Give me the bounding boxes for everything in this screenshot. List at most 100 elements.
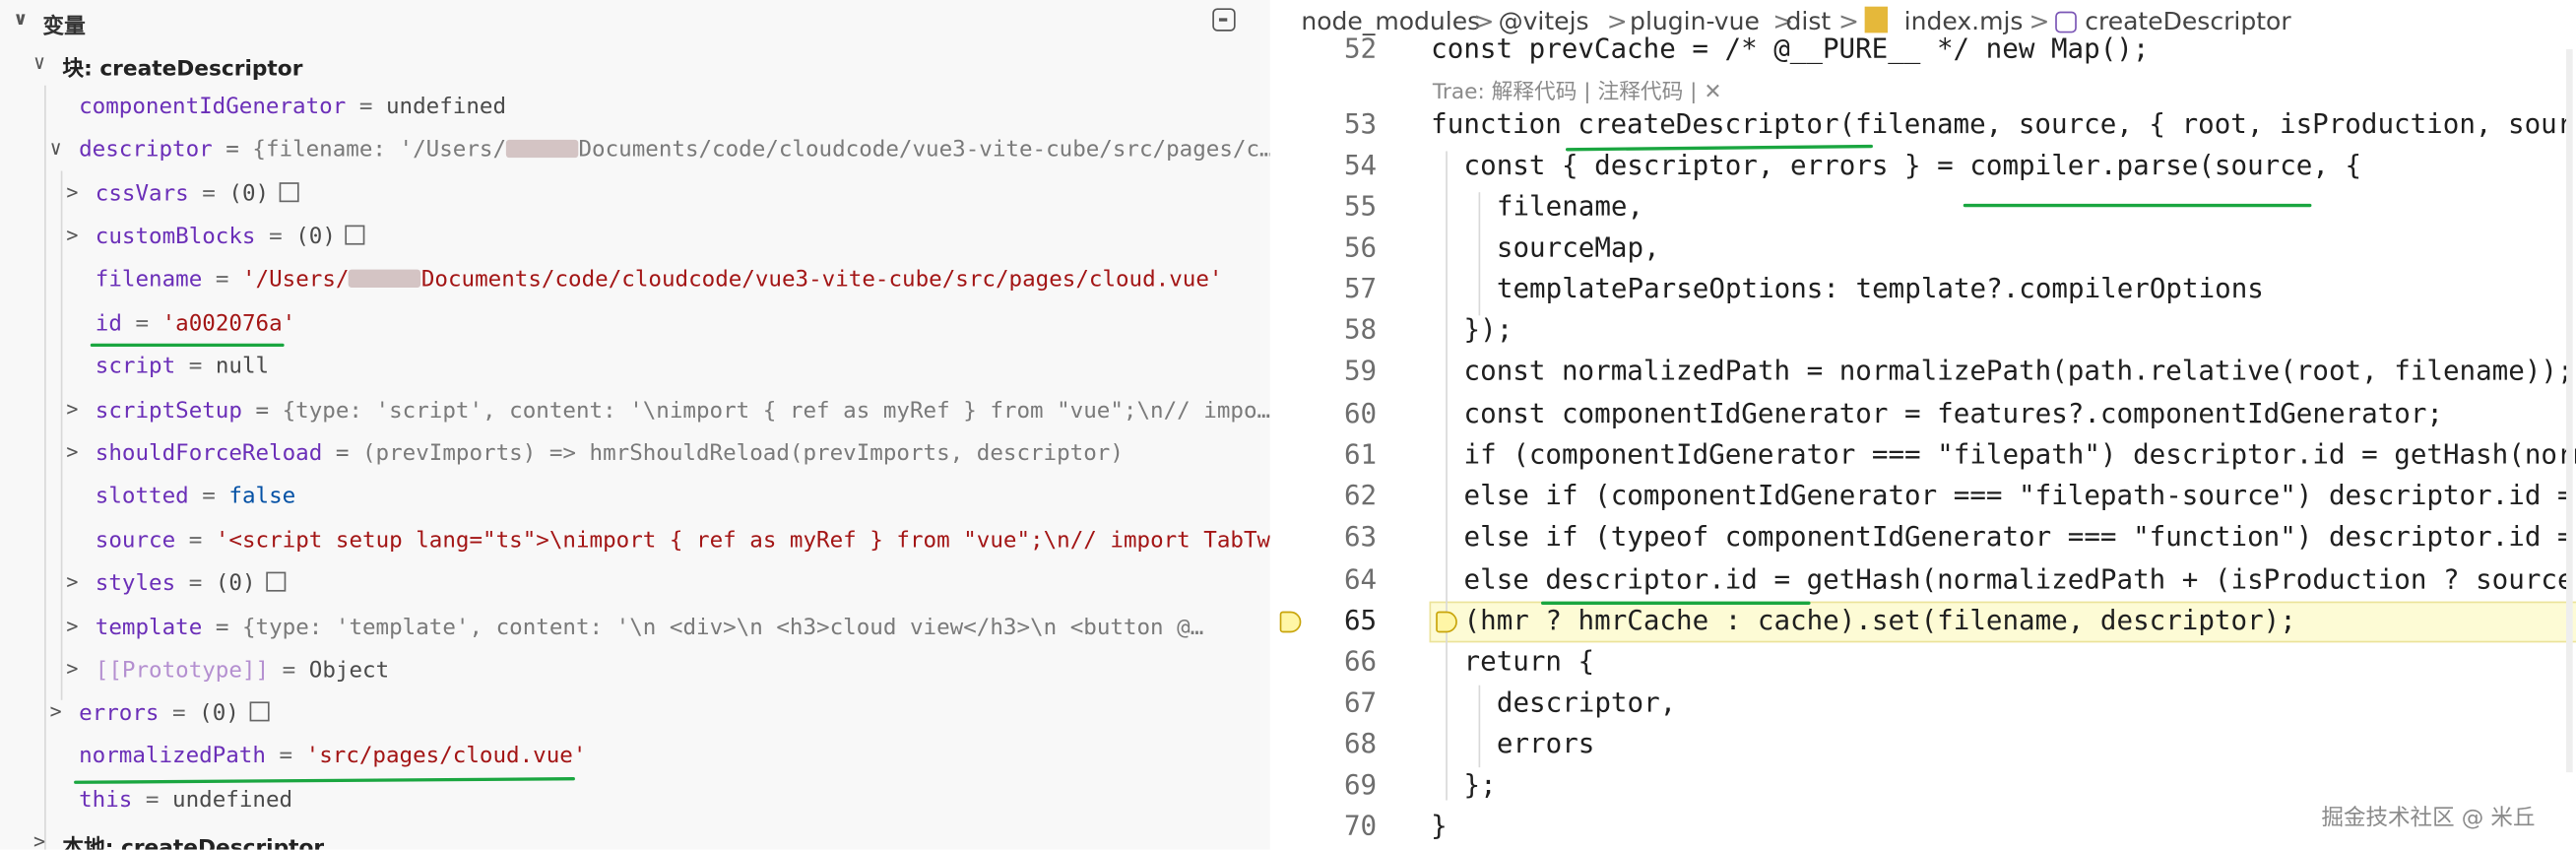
scope-block-label: 块: createDescriptor [62,57,303,83]
variable-row-id[interactable]: id = 'a002076a' [0,304,1270,347]
code-text: } [1431,810,1448,842]
code-text: const normalizedPath = normalizePath(pat… [1463,355,2574,387]
variable-row-normalized-path[interactable]: normalizedPath = 'src/pages/cloud.vue' [0,736,1270,778]
debugger-window: ∨ 变量 ∨ 块: createDescriptor componentIdGe… [0,0,2576,850]
variable-value: undefined [385,94,507,120]
variable-row[interactable]: > cssVars = (0) [0,174,1270,217]
chevron-down-icon[interactable]: ∨ [30,51,49,74]
chevron-right-icon[interactable]: > [62,224,82,246]
code-line[interactable]: 56 sourceMap, [1273,229,2576,270]
code-line[interactable]: 66 return { [1273,642,2576,684]
variable-name: filename [95,266,203,293]
code-text: else descriptor.id = getHash(normalizedP… [1463,563,2574,595]
scope-local[interactable]: > 本地: createDescriptor [0,823,1270,850]
variable-row[interactable]: > template = {type: 'template', content:… [0,608,1270,650]
code-text: else if (typeof componentIdGenerator ===… [1463,520,2574,553]
chevron-right-icon[interactable]: > [62,570,82,593]
scope-block[interactable]: ∨ 块: createDescriptor [0,44,1270,87]
collapse-all-icon[interactable] [1212,8,1236,32]
line-number: 59 [1343,355,1378,387]
variable-name: shouldForceReload [95,440,323,467]
chevron-right-icon[interactable]: > [62,440,82,463]
variable-row[interactable]: script = null [0,347,1270,389]
code-line[interactable]: 57 templateParseOptions: template?.compi… [1273,270,2576,311]
code-line[interactable]: 53 function createDescriptor(filename, s… [1273,105,2576,147]
array-icon [279,182,299,203]
variable-row[interactable]: > errors = (0) [0,693,1270,736]
code-line[interactable]: 54 const { descriptor, errors } = compil… [1273,146,2576,187]
variables-title: 变量 [42,15,86,40]
code-line[interactable]: 62 else if (componentIdGenerator === "fi… [1273,477,2576,518]
code-line[interactable]: 58 }); [1273,310,2576,352]
code-text: descriptor, [1496,687,1677,719]
redacted-username [349,269,421,288]
code-text: }; [1463,768,1497,801]
inline-breakpoint-arrow-icon[interactable] [1436,611,1457,633]
chevron-right-icon[interactable]: > [30,830,49,850]
variable-row[interactable]: ∨ descriptor = {filename: '/Users/Docume… [0,130,1270,172]
annotation-underline [1540,601,1811,605]
vertical-scrollbar[interactable] [2566,49,2573,773]
code-text: const componentIdGenerator = features?.c… [1463,397,2443,429]
line-number: 67 [1343,687,1378,719]
code-text: sourceMap, [1496,231,1660,263]
chevron-right-icon[interactable]: > [62,181,82,204]
variable-name: script [95,353,176,380]
chevron-right-icon[interactable]: > [62,657,82,680]
code-text: (hmr ? hmrCache : cache).set(filename, d… [1463,604,2296,636]
code-line[interactable]: 67 descriptor, [1273,684,2576,725]
line-number: 55 [1343,190,1378,223]
code-text: }); [1463,313,1513,346]
variable-name: this [79,787,133,814]
variable-name: descriptor [79,136,213,163]
current-execution-arrow-icon[interactable] [1279,611,1302,633]
line-number: 60 [1343,397,1378,429]
code-text: templateParseOptions: template?.compiler… [1496,272,2264,304]
variables-header[interactable]: ∨ 变量 [0,0,1270,42]
code-text: filename, [1496,190,1644,223]
chevron-right-icon[interactable]: > [62,615,82,637]
code-text: if (componentIdGenerator === "filepath")… [1463,438,2576,471]
chevron-right-icon[interactable]: > [46,700,66,723]
code-text: const prevCache = /* @__PURE__ */ new Ma… [1431,33,2150,65]
variable-row[interactable]: > styles = (0) [0,563,1270,606]
chevron-right-icon[interactable]: > [62,398,82,421]
code-line[interactable]: 55 filename, [1273,187,2576,229]
variable-row[interactable]: > [[Prototype]] = Object [0,651,1270,693]
variable-name: id [95,310,122,338]
code-line[interactable]: 52 const prevCache = /* @__PURE__ */ new… [1273,30,2576,71]
variable-row[interactable]: source = '<script setup lang="ts">\nimpo… [0,521,1270,563]
variable-name: normalizedPath [79,743,266,769]
line-number: 52 [1343,33,1378,65]
code-text: function createDescriptor(filename, sour… [1431,108,2576,140]
variable-name: [[Prototype]] [95,657,270,685]
line-number: 56 [1343,231,1378,263]
code-line[interactable]: 64 else descriptor.id = getHash(normaliz… [1273,560,2576,602]
code-line[interactable]: 59 const normalizedPath = normalizePath(… [1273,352,2576,393]
variable-row[interactable]: slotted = false [0,477,1270,519]
variable-row[interactable]: componentIdGenerator = undefined [0,87,1270,129]
chevron-down-icon[interactable]: ∨ [46,136,66,159]
variable-row[interactable]: > customBlocks = (0) [0,217,1270,259]
line-number: 54 [1343,149,1378,181]
ai-inlay-hint[interactable]: Trae: 解释代码 | 注释代码 | ✕ [1433,74,1722,105]
variable-name: template [95,614,203,641]
chevron-down-icon[interactable]: ∨ [13,8,28,30]
variable-row[interactable]: filename = '/Users/Documents/code/cloudc… [0,260,1270,302]
line-number: 69 [1343,768,1378,801]
code-line[interactable]: 60 const componentIdGenerator = features… [1273,394,2576,435]
variable-name: componentIdGenerator [79,94,347,120]
variable-row[interactable]: > scriptSetup = {type: 'script', content… [0,391,1269,433]
code-line[interactable]: 63 else if (typeof componentIdGenerator … [1273,518,2576,559]
array-icon [345,225,365,245]
variable-name: customBlocks [95,223,256,250]
code-line-current[interactable]: 65 (hmr ? hmrCache : cache).set(filename… [1273,602,2576,643]
code-line[interactable]: 61 if (componentIdGenerator === "filepat… [1273,435,2576,477]
code-text: return { [1463,645,1595,678]
code-line[interactable]: 68 errors [1273,725,2576,766]
line-number: 61 [1343,438,1378,471]
variable-name: slotted [95,483,189,510]
variable-row[interactable]: this = undefined [0,780,1270,822]
line-number: 62 [1343,480,1378,511]
variable-row[interactable]: > shouldForceReload = (prevImports) => h… [0,433,1270,476]
